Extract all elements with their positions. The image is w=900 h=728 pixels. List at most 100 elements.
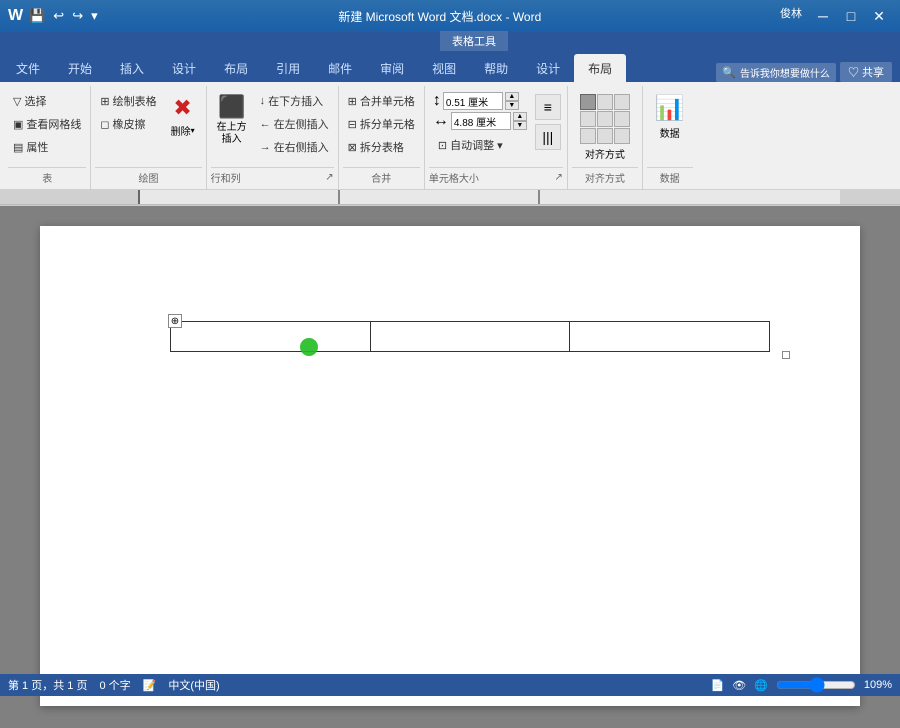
page-count: 第 1 页，共 1 页 [8,677,87,693]
document-page: ⊕ [40,226,860,706]
alignment-btn[interactable]: 对齐方式 [572,90,638,165]
insert-above-btn[interactable]: ⬛ 在上方插入 [211,90,253,150]
tab-references[interactable]: 引用 [262,54,314,82]
undo-quick-btn[interactable]: ↩ [51,6,66,26]
group-table-content: ▽ 选择 ▣ 查看网格线 ▤ 属性 [8,90,86,165]
tab-view[interactable]: 视图 [418,54,470,82]
group-rows-cols: ⬛ 在上方插入 ↓ 在下方插入 ← 在左侧插入 → 在右侧插入 [207,86,339,189]
group-merge: ⊞ 合并单元格 ⊟ 拆分单元格 ⊠ 拆分表格 合并 [339,86,425,189]
tab-insert[interactable]: 插入 [106,54,158,82]
distribute-controls: ≡ ||| [533,90,563,154]
word-icon: W [8,7,23,25]
status-bar: 第 1 页，共 1 页 0 个字 📝 中文(中国) 📄 👁 🌐 109% [0,674,900,696]
table-cell-1-1[interactable] [171,322,371,352]
width-icon: ↔ [433,112,449,130]
doc-table[interactable] [170,321,770,352]
split-table-btn[interactable]: ⊠ 拆分表格 [343,136,420,158]
ribbon: ▽ 选择 ▣ 查看网格线 ▤ 属性 表 [0,82,900,190]
group-cell-size-content: ↕ ▲ ▼ ↔ ▲ ▼ [429,90,563,165]
align-grid [580,94,630,144]
split-cells-btn[interactable]: ⊟ 拆分单元格 [343,113,420,135]
table-tools-bar: 表格工具 [0,32,900,50]
table-move-handle[interactable]: ⊕ [168,314,182,328]
split-cells-icon: ⊟ [348,118,357,131]
tab-table-design[interactable]: 设计 [522,54,574,82]
group-align: 对齐方式 对齐方式 [568,86,643,189]
search-placeholder: 告诉我你想要做什么 [740,65,830,80]
tab-table-layout[interactable]: 布局 [574,54,626,82]
table-cell-1-2[interactable] [370,322,570,352]
distribute-rows-btn[interactable]: ≡ [535,94,561,120]
minimize-btn[interactable]: ─ [810,5,836,27]
merge-cells-btn[interactable]: ⊞ 合并单元格 [343,90,420,112]
group-rows-label: 行和列 ↗ [211,167,334,189]
table-resize-handle[interactable] [782,351,790,359]
width-up-btn[interactable]: ▲ [513,112,527,121]
rows-expander[interactable]: ↗ [325,172,333,183]
language: 中文(中国) [168,677,219,693]
group-align-label: 对齐方式 [572,167,638,189]
height-spinner: ▲ ▼ [505,92,519,110]
distribute-cols-btn[interactable]: ||| [535,124,561,150]
autofit-dropdown: ▾ [497,139,503,152]
group-draw: ⊞ 绘制表格 ◻ 橡皮擦 ✖ 删除▾ 绘图 [91,86,206,189]
layout-btn[interactable]: 📄 [710,679,724,692]
width-input[interactable] [451,112,511,130]
cell-size-controls: ↕ ▲ ▼ ↔ ▲ ▼ [429,90,531,158]
split-table-icon: ⊠ [348,141,357,154]
read-btn[interactable]: 👁 [732,679,746,692]
group-align-content: 对齐方式 [572,90,638,165]
grid-icon: ▣ [13,118,23,131]
quick-access-toolbar: W 💾 ↩ ↪ ▾ [8,6,100,26]
height-input[interactable] [443,92,503,110]
tab-layout[interactable]: 布局 [210,54,262,82]
tab-help[interactable]: 帮助 [470,54,522,82]
autofit-icon: ⊡ [438,139,447,152]
table-small-buttons: ▽ 选择 ▣ 查看网格线 ▤ 属性 [8,90,86,158]
maximize-btn[interactable]: □ [838,5,864,27]
group-cell-size: ↕ ▲ ▼ ↔ ▲ ▼ [425,86,568,189]
insert-right-btn[interactable]: → 在右侧插入 [255,136,334,158]
close-btn[interactable]: ✕ [866,5,892,27]
insert-above-icon: ⬛ [218,94,245,120]
draw-table-btn[interactable]: ⊞ 绘制表格 [95,90,161,112]
height-row: ↕ ▲ ▼ [433,92,519,110]
autofit-btn[interactable]: ⊡ 自动调整 ▾ [433,134,508,156]
table-col-marker-2 [338,190,340,204]
height-down-btn[interactable]: ▼ [505,101,519,110]
select-btn[interactable]: ▽ 选择 [8,90,86,112]
ribbon-groups: ▽ 选择 ▣ 查看网格线 ▤ 属性 表 [0,86,900,189]
word-count: 0 个字 [99,677,130,693]
delete-btn[interactable]: ✖ 删除▾ [164,90,202,143]
height-up-btn[interactable]: ▲ [505,92,519,101]
tab-design[interactable]: 设计 [158,54,210,82]
insert-left-btn[interactable]: ← 在左侧插入 [255,113,334,135]
view-gridlines-btn[interactable]: ▣ 查看网格线 [8,113,86,135]
data-icon: 📊 [655,94,685,123]
group-data-label: 数据 [647,167,693,189]
insert-below-btn[interactable]: ↓ 在下方插入 [255,90,334,112]
tab-mail[interactable]: 邮件 [314,54,366,82]
merge-small-buttons: ⊞ 合并单元格 ⊟ 拆分单元格 ⊠ 拆分表格 [343,90,420,158]
tab-bar-right: 🔍 告诉我你想要做什么 ♡ 共享 [716,62,900,82]
qa-dropdown-btn[interactable]: ▾ [89,6,100,26]
data-btn[interactable]: 📊 数据 [647,90,693,144]
save-quick-btn[interactable]: 💾 [27,6,47,26]
web-btn[interactable]: 🌐 [754,679,768,692]
search-box[interactable]: 🔍 告诉我你想要做什么 [716,63,836,82]
zoom-slider[interactable] [776,680,856,690]
tab-review[interactable]: 审阅 [366,54,418,82]
eraser-btn[interactable]: ◻ 橡皮擦 [95,113,161,135]
title-bar: W 💾 ↩ ↪ ▾ 新建 Microsoft Word 文档.docx - Wo… [0,0,900,32]
delete-icon: ✖ [173,95,191,121]
draw-table-icon: ⊞ [100,95,109,108]
properties-btn[interactable]: ▤ 属性 [8,136,86,158]
share-btn[interactable]: ♡ 共享 [840,62,892,82]
redo-quick-btn[interactable]: ↪ [70,6,85,26]
ruler-ticks [138,190,840,204]
tab-home[interactable]: 开始 [54,54,106,82]
cell-size-expander[interactable]: ↗ [554,172,562,183]
table-cell-1-3[interactable] [570,322,770,352]
width-down-btn[interactable]: ▼ [513,121,527,130]
tab-file[interactable]: 文件 [2,54,54,82]
